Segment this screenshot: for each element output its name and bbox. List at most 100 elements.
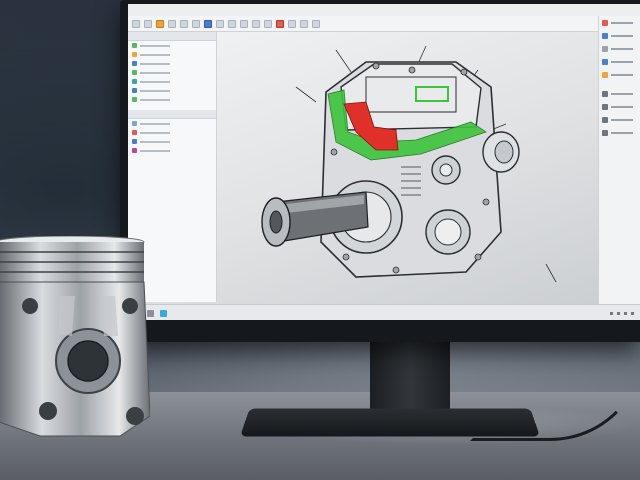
piston-cutout bbox=[39, 402, 57, 420]
tag-icon bbox=[602, 71, 608, 78]
piston-rib bbox=[58, 296, 75, 336]
feature-icon bbox=[132, 52, 137, 57]
property-row[interactable] bbox=[599, 68, 640, 81]
tool-icon bbox=[602, 116, 608, 123]
tool-icon[interactable] bbox=[156, 19, 164, 28]
tree-item[interactable] bbox=[128, 50, 216, 59]
tree-item-label bbox=[140, 98, 170, 101]
tree-item-label bbox=[140, 53, 170, 56]
property-label bbox=[611, 131, 633, 134]
tool-icon bbox=[602, 129, 608, 136]
tree-item[interactable] bbox=[128, 128, 216, 137]
monitor bbox=[120, 0, 640, 342]
system-tray bbox=[606, 311, 634, 315]
tool-icon bbox=[602, 90, 608, 97]
toolbar bbox=[128, 16, 640, 32]
tree-item[interactable] bbox=[128, 59, 216, 68]
cad-screen bbox=[128, 4, 640, 320]
feature-icon bbox=[132, 130, 137, 135]
feature-icon bbox=[132, 70, 137, 75]
property-label bbox=[611, 92, 633, 95]
feature-icon bbox=[132, 61, 137, 66]
tree-item-label bbox=[140, 71, 170, 74]
piston-cutout bbox=[22, 298, 38, 314]
piston-pin-hole bbox=[67, 340, 109, 382]
warning-icon bbox=[602, 19, 608, 26]
property-row[interactable] bbox=[599, 126, 640, 139]
property-label bbox=[611, 105, 633, 108]
tool-icon[interactable] bbox=[252, 19, 260, 28]
feature-icon bbox=[132, 43, 137, 48]
property-label bbox=[611, 118, 633, 121]
property-label bbox=[611, 73, 633, 76]
property-row[interactable] bbox=[599, 29, 640, 42]
property-row[interactable] bbox=[599, 87, 640, 100]
tree-item-label bbox=[140, 44, 170, 47]
tree-item-label bbox=[140, 131, 170, 134]
tray-icon[interactable] bbox=[610, 311, 613, 315]
tree-item-label bbox=[140, 122, 170, 125]
tool-icon[interactable] bbox=[300, 19, 308, 28]
tray-icon[interactable] bbox=[631, 311, 634, 315]
tool-icon[interactable] bbox=[132, 19, 140, 28]
tree-item-label bbox=[140, 149, 170, 152]
tool-icon[interactable] bbox=[168, 19, 176, 28]
tree-item[interactable] bbox=[128, 86, 216, 95]
feature-icon bbox=[132, 79, 137, 84]
machined-piston-part bbox=[0, 235, 151, 446]
tree-item[interactable] bbox=[128, 41, 216, 50]
piston-cutout bbox=[122, 298, 138, 314]
tool-icon bbox=[602, 103, 608, 110]
tree-item[interactable] bbox=[128, 146, 216, 155]
feature-icon bbox=[132, 139, 137, 144]
3d-viewport[interactable] bbox=[216, 32, 598, 302]
properties-panel bbox=[598, 16, 640, 316]
feature-icon bbox=[132, 88, 137, 93]
port-inner bbox=[439, 163, 453, 177]
property-label bbox=[611, 47, 633, 50]
taskbar bbox=[128, 304, 640, 320]
tray-icon[interactable] bbox=[624, 311, 627, 315]
tool-icon[interactable] bbox=[180, 19, 188, 28]
box-icon bbox=[602, 58, 608, 65]
tool-icon[interactable] bbox=[276, 19, 284, 28]
tool-icon[interactable] bbox=[240, 19, 248, 28]
engine-block-model bbox=[261, 45, 557, 283]
info-icon bbox=[602, 32, 608, 39]
tool-icon[interactable] bbox=[288, 19, 296, 28]
tool-icon[interactable] bbox=[204, 19, 212, 28]
tree-item-label bbox=[140, 80, 170, 83]
tree-item[interactable] bbox=[128, 77, 216, 86]
tree-item[interactable] bbox=[128, 95, 216, 104]
tool-icon[interactable] bbox=[228, 19, 236, 28]
intake-tube-inner bbox=[494, 140, 514, 164]
feature-icon bbox=[132, 148, 137, 153]
bearing-bore-inner bbox=[434, 218, 462, 246]
monitor-stand-base bbox=[240, 408, 540, 437]
tray-icon[interactable] bbox=[617, 311, 620, 315]
property-row[interactable] bbox=[599, 42, 640, 55]
tool-icon[interactable] bbox=[144, 19, 152, 28]
property-label bbox=[611, 60, 633, 63]
property-row[interactable] bbox=[599, 16, 640, 29]
tool-icon[interactable] bbox=[216, 19, 224, 28]
property-row[interactable] bbox=[599, 113, 640, 126]
piston-cutout bbox=[126, 407, 144, 425]
tool-icon[interactable] bbox=[192, 19, 200, 28]
app-icon[interactable] bbox=[160, 309, 167, 317]
property-label bbox=[611, 34, 633, 37]
property-label bbox=[611, 21, 633, 24]
property-row[interactable] bbox=[599, 100, 640, 113]
tree-item[interactable] bbox=[128, 68, 216, 77]
tree-item-label bbox=[140, 89, 170, 92]
tree-item-label bbox=[140, 140, 170, 143]
tool-icon[interactable] bbox=[312, 19, 320, 28]
tree-item[interactable] bbox=[128, 119, 216, 128]
property-row[interactable] bbox=[599, 55, 640, 68]
shaft-flange-hole bbox=[269, 210, 283, 234]
tree-item[interactable] bbox=[128, 137, 216, 146]
feature-icon bbox=[132, 121, 137, 126]
panel-header bbox=[128, 110, 216, 119]
layer-icon bbox=[602, 45, 608, 52]
tool-icon[interactable] bbox=[264, 19, 272, 28]
